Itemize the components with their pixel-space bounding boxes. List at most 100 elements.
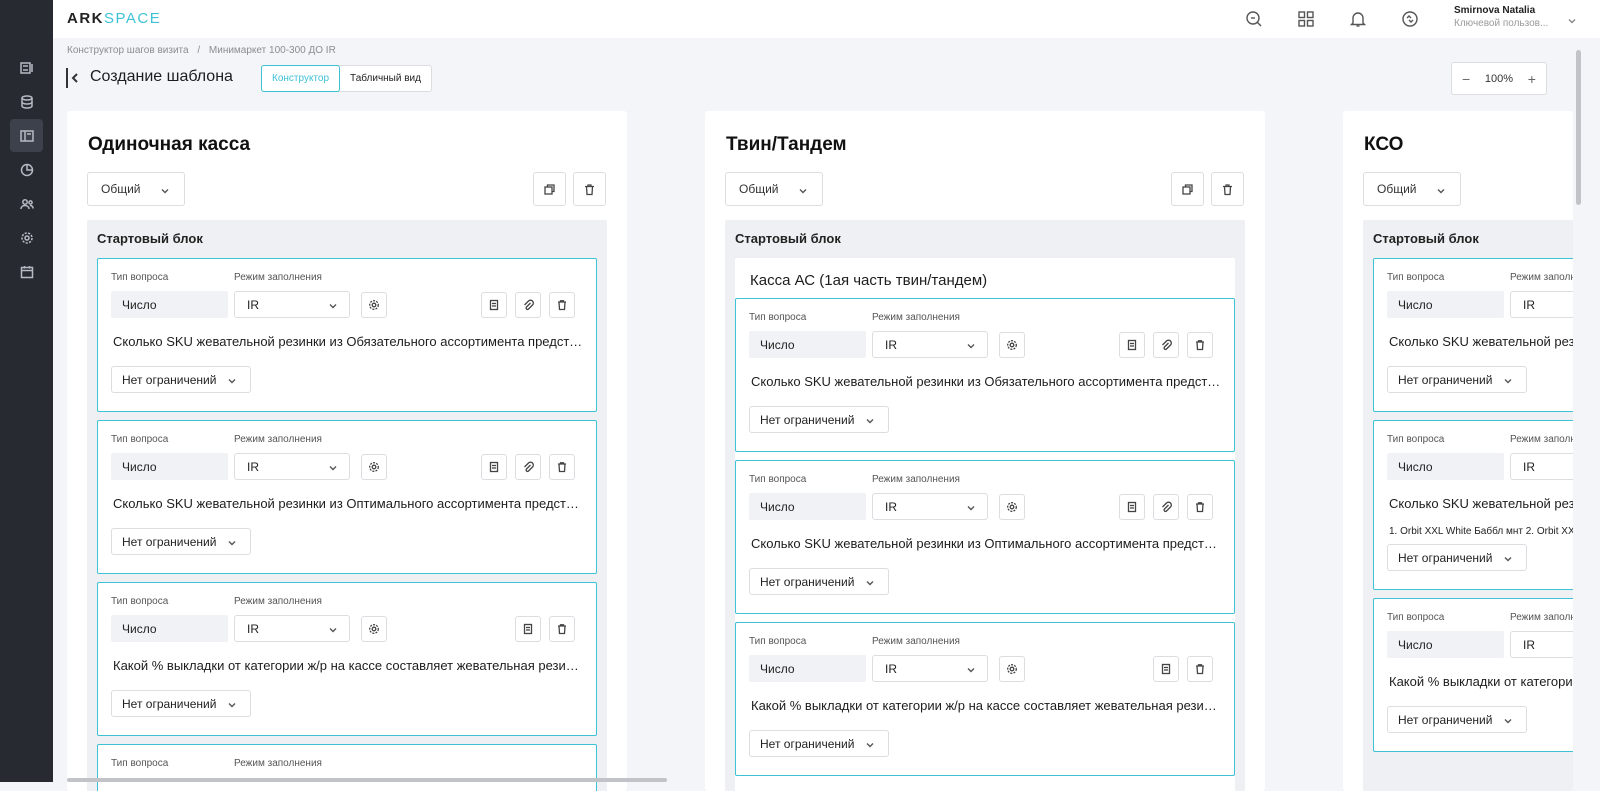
- sidebar-item-reports[interactable]: [10, 153, 43, 186]
- user-name[interactable]: Smirnova Natalia: [1454, 5, 1535, 16]
- question-delete-button[interactable]: [549, 454, 575, 480]
- question-card[interactable]: Тип вопроса Режим заполнения Число IR Ск…: [97, 258, 597, 412]
- scope-dropdown[interactable]: Общий: [725, 172, 823, 206]
- sidebar-item-settings[interactable]: [10, 221, 43, 254]
- fill-mode-dropdown[interactable]: IR: [234, 291, 350, 318]
- question-type-field[interactable]: Число: [749, 493, 866, 520]
- fill-mode-dropdown[interactable]: IR: [234, 453, 350, 480]
- limit-dropdown[interactable]: Нет ограничений: [1387, 706, 1527, 733]
- question-attach-button[interactable]: [515, 454, 541, 480]
- question-delete-button[interactable]: [1187, 494, 1213, 520]
- scope-dropdown[interactable]: Общий: [1363, 172, 1461, 206]
- question-text[interactable]: Сколько SKU жевательной резинки из Оптим…: [1389, 496, 1573, 511]
- question-notes-button[interactable]: [1153, 656, 1179, 682]
- fill-mode-dropdown[interactable]: IR: [872, 331, 988, 358]
- question-type-field[interactable]: Число: [1387, 453, 1504, 480]
- question-text[interactable]: Сколько SKU жевательной резинки из Обяза…: [751, 374, 1221, 389]
- fill-mode-dropdown[interactable]: IR: [1510, 453, 1573, 480]
- question-delete-button[interactable]: [549, 616, 575, 642]
- question-card[interactable]: Тип вопроса Режим заполнения Число IR Ск…: [97, 420, 597, 574]
- limit-dropdown[interactable]: Нет ограничений: [749, 730, 889, 757]
- question-attach-button[interactable]: [1153, 494, 1179, 520]
- question-text[interactable]: Сколько SKU жевательной резинки из Обяза…: [113, 334, 583, 349]
- notifications-button[interactable]: [1348, 9, 1368, 29]
- question-settings-button[interactable]: [999, 494, 1025, 520]
- question-delete-button[interactable]: [1187, 332, 1213, 358]
- question-notes-button[interactable]: [1119, 494, 1145, 520]
- question-notes-button[interactable]: [481, 454, 507, 480]
- back-button[interactable]: [66, 68, 82, 88]
- question-attach-button[interactable]: [1153, 332, 1179, 358]
- horizontal-scrollbar[interactable]: [67, 778, 667, 782]
- limit-dropdown[interactable]: Нет ограничений: [111, 690, 251, 717]
- limit-dropdown[interactable]: Нет ограничений: [111, 366, 251, 393]
- user-menu-toggle[interactable]: [1567, 13, 1577, 24]
- question-card[interactable]: Тип вопроса Режим заполнения: [97, 744, 597, 791]
- limit-dropdown[interactable]: Нет ограничений: [749, 406, 889, 433]
- copy-panel-button[interactable]: [1171, 172, 1204, 206]
- question-delete-button[interactable]: [549, 292, 575, 318]
- sub-block-title[interactable]: Касса АС (1ая часть твин/тандем): [750, 272, 987, 289]
- document-icon: [1127, 339, 1137, 351]
- vertical-scrollbar[interactable]: [1576, 50, 1581, 205]
- question-notes-button[interactable]: [1119, 332, 1145, 358]
- breadcrumb-item-constructor[interactable]: Конструктор шагов визита: [67, 45, 189, 56]
- question-type-field[interactable]: Число: [111, 453, 228, 480]
- question-card[interactable]: Тип вопроса Режим заполнения Число IR Ск…: [735, 298, 1235, 452]
- tab-table-view[interactable]: Табличный вид: [340, 66, 431, 91]
- question-text[interactable]: Сколько SKU жевательной резинки из Обяза…: [1389, 334, 1573, 349]
- sidebar-item-database[interactable]: [10, 85, 43, 118]
- sidebar-item-steps[interactable]: [10, 51, 43, 84]
- sync-button[interactable]: [1400, 9, 1420, 29]
- limit-dropdown[interactable]: Нет ограничений: [1387, 366, 1527, 393]
- sidebar-item-constructor[interactable]: [10, 119, 43, 152]
- breadcrumb-item-template[interactable]: Минимаркет 100-300 ДО IR: [209, 45, 336, 56]
- question-notes-button[interactable]: [515, 616, 541, 642]
- limit-dropdown[interactable]: Нет ограничений: [111, 528, 251, 555]
- question-type-field[interactable]: Число: [1387, 291, 1504, 318]
- question-settings-button[interactable]: [999, 656, 1025, 682]
- question-notes-button[interactable]: [481, 292, 507, 318]
- question-text[interactable]: Сколько SKU жевательной резинки из Оптим…: [113, 496, 583, 511]
- fill-mode-dropdown[interactable]: IR: [872, 655, 988, 682]
- question-delete-button[interactable]: [1187, 656, 1213, 682]
- question-type-field[interactable]: Число: [1387, 631, 1504, 658]
- question-text[interactable]: Какой % выкладки от категории ж/р на кас…: [113, 658, 583, 673]
- zoom-out-button[interactable]: −: [1462, 71, 1470, 87]
- tab-constructor[interactable]: Конструктор: [261, 65, 341, 92]
- question-card[interactable]: Тип вопроса Режим заполнения Число IR Ск…: [735, 460, 1235, 614]
- support-chat-button[interactable]: [1244, 9, 1264, 29]
- question-settings-button[interactable]: [361, 454, 387, 480]
- delete-panel-button[interactable]: [573, 172, 606, 206]
- copy-panel-button[interactable]: [533, 172, 566, 206]
- question-settings-button[interactable]: [361, 292, 387, 318]
- question-text[interactable]: Сколько SKU жевательной резинки из Оптим…: [751, 536, 1221, 551]
- question-card[interactable]: Тип вопроса Режим заполнения Число IR Ск…: [1373, 420, 1573, 590]
- apps-button[interactable]: [1296, 9, 1316, 29]
- limit-dropdown[interactable]: Нет ограничений: [1387, 544, 1527, 571]
- limit-dropdown[interactable]: Нет ограничений: [749, 568, 889, 595]
- fill-mode-dropdown[interactable]: IR: [234, 615, 350, 642]
- question-text[interactable]: Какой % выкладки от категории ж/р на кас…: [751, 698, 1221, 713]
- question-settings-button[interactable]: [361, 616, 387, 642]
- question-attach-button[interactable]: [515, 292, 541, 318]
- question-text[interactable]: Какой % выкладки от категории ж/р на кас…: [1389, 674, 1573, 689]
- delete-panel-button[interactable]: [1211, 172, 1244, 206]
- zoom-in-button[interactable]: +: [1528, 71, 1536, 87]
- question-type-field[interactable]: Число: [749, 655, 866, 682]
- question-card[interactable]: Тип вопроса Режим заполнения Число IR Ка…: [735, 622, 1235, 776]
- scope-dropdown[interactable]: Общий: [87, 172, 185, 206]
- question-card[interactable]: Тип вопроса Режим заполнения Число IR Ка…: [97, 582, 597, 736]
- sidebar-item-users[interactable]: [10, 187, 43, 220]
- sidebar-item-calendar[interactable]: [10, 255, 43, 288]
- question-settings-button[interactable]: [999, 332, 1025, 358]
- question-type-field[interactable]: Число: [111, 615, 228, 642]
- question-card[interactable]: Тип вопроса Режим заполнения Число IR Ск…: [1373, 258, 1573, 412]
- app-logo[interactable]: ARKSPACE: [67, 10, 161, 27]
- question-type-field[interactable]: Число: [749, 331, 866, 358]
- question-card[interactable]: Тип вопроса Режим заполнения Число IR Ка…: [1373, 598, 1573, 752]
- question-type-field[interactable]: Число: [111, 291, 228, 318]
- fill-mode-dropdown[interactable]: IR: [872, 493, 988, 520]
- fill-mode-dropdown[interactable]: IR: [1510, 291, 1573, 318]
- fill-mode-dropdown[interactable]: IR: [1510, 631, 1573, 658]
